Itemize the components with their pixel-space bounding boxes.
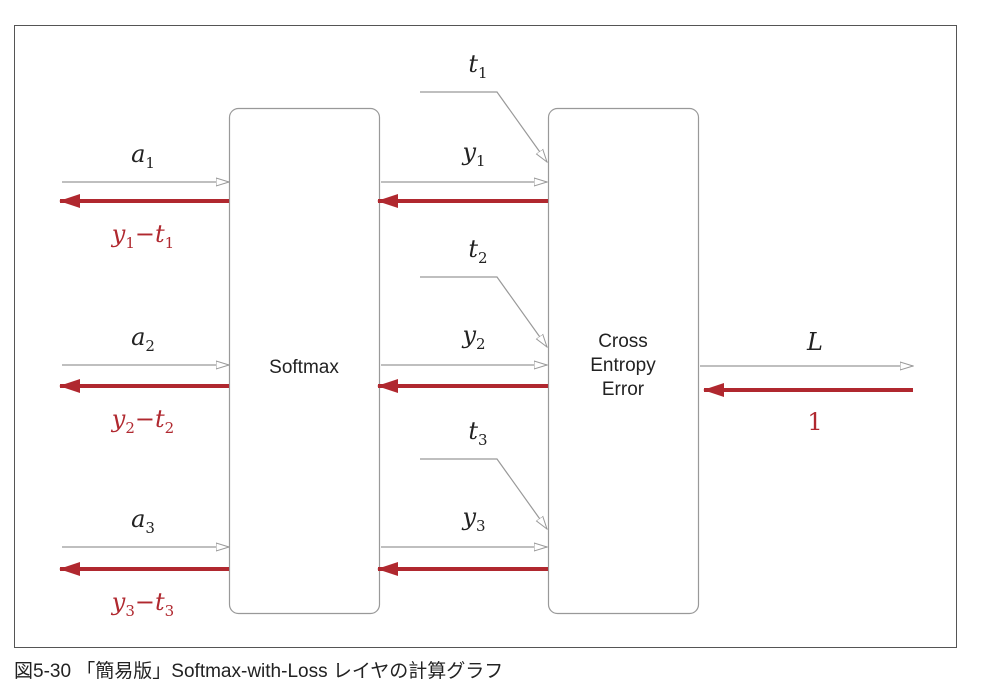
t-base: t xyxy=(468,417,478,445)
input-sub: 3 xyxy=(145,519,155,537)
grad-t: t xyxy=(155,220,165,248)
figure-caption: 図5-30 「簡易版」Softmax-with-Loss レイヤの計算グラフ xyxy=(14,661,504,682)
loss-gradient-label: 1 xyxy=(807,408,822,436)
t-base: t xyxy=(468,50,478,78)
y-base: y xyxy=(461,321,476,349)
grad-t: t xyxy=(155,405,165,433)
grad-tsub: 3 xyxy=(165,602,175,620)
input-base: a xyxy=(131,140,145,168)
y-sub: 1 xyxy=(476,152,486,170)
input-sub: 1 xyxy=(145,154,155,172)
gradient-label-2: y2−t2 xyxy=(111,405,174,437)
y-base: y xyxy=(461,138,476,166)
computational-graph: Softmax Cross Entropy Error a1 y1t1y1−t1a… xyxy=(14,25,957,648)
input-base: a xyxy=(131,505,145,533)
gradient-label-1: y1−t1 xyxy=(111,220,174,252)
grad-ysub: 1 xyxy=(125,234,135,252)
output-label-y2: y2 xyxy=(461,321,485,353)
input-sub: 2 xyxy=(145,337,155,355)
t-sub: 1 xyxy=(478,64,488,82)
t-sub: 3 xyxy=(478,431,488,449)
loss-label-text: L xyxy=(806,328,823,356)
output-label-y3: y3 xyxy=(461,503,485,535)
target-label-t3: t3 xyxy=(468,417,487,449)
grad-y: y xyxy=(111,405,126,433)
t-sub: 2 xyxy=(478,249,488,267)
grad-ysub: 3 xyxy=(125,602,135,620)
input-label-a2: a2 xyxy=(131,323,155,355)
grad-ysub: 2 xyxy=(125,419,135,437)
cee-label-3: Error xyxy=(602,379,645,400)
output-label-y1: y1 xyxy=(461,138,485,170)
target-label-t1: t1 xyxy=(468,50,487,82)
input-base: a xyxy=(131,323,145,351)
grad-minus: − xyxy=(135,405,155,433)
y-base: y xyxy=(461,503,476,531)
gradient-label-3: y3−t3 xyxy=(111,588,174,620)
y-sub: 2 xyxy=(476,335,486,353)
cee-label-1: Cross xyxy=(598,331,648,352)
input-label-a1: a1 xyxy=(131,140,155,172)
loss-label: L xyxy=(806,328,823,356)
grad-y: y xyxy=(111,220,126,248)
target-label-t2: t2 xyxy=(468,235,487,267)
grad-tsub: 2 xyxy=(165,419,175,437)
y-sub: 3 xyxy=(476,517,486,535)
grad-minus: − xyxy=(135,588,155,616)
softmax-label: Softmax xyxy=(269,357,339,378)
grad-y: y xyxy=(111,588,126,616)
grad-tsub: 1 xyxy=(165,234,175,252)
input-label-a3: a3 xyxy=(131,505,155,537)
grad-minus: − xyxy=(135,220,155,248)
cee-label-2: Entropy xyxy=(590,355,656,376)
grad-t: t xyxy=(155,588,165,616)
t-base: t xyxy=(468,235,478,263)
